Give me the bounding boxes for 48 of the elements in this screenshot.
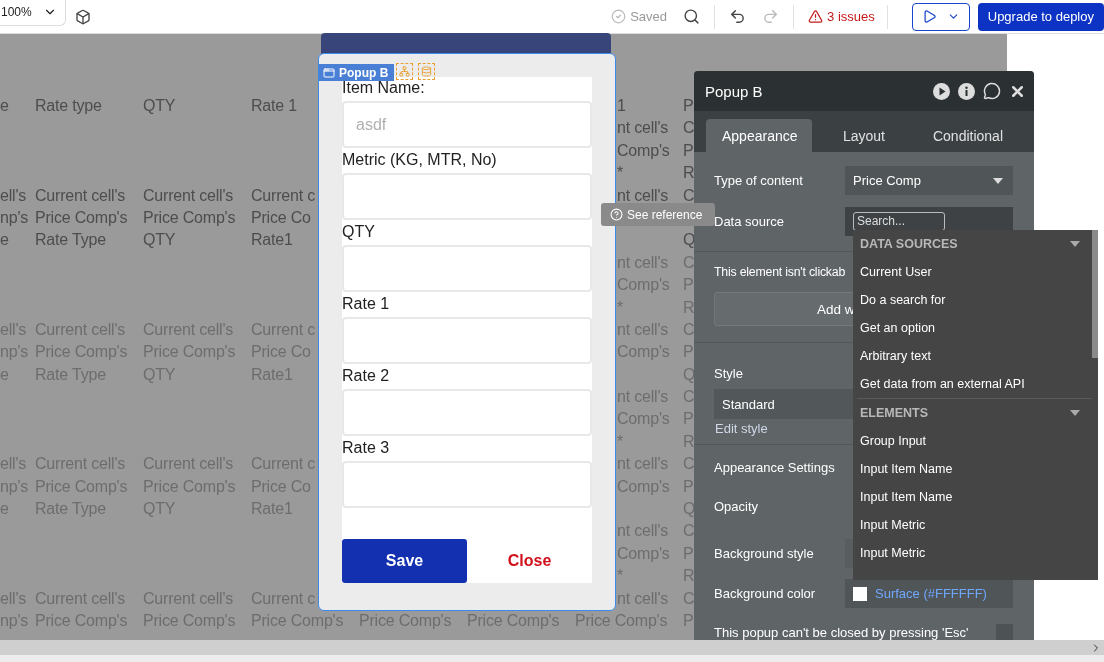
section-label: Opacity: [714, 499, 759, 514]
note-text: This element isn't clickab: [714, 265, 846, 279]
field-label: Metric (KG, MTR, No): [342, 150, 498, 170]
table-cell: R: [683, 164, 695, 182]
table-cell: Price Comp's: [143, 208, 236, 226]
table-cell: nt cell's: [617, 186, 669, 204]
table-cell: Current cell's: [143, 186, 234, 204]
table-cell: P: [683, 141, 694, 159]
field-label: Rate 2: [342, 366, 391, 386]
table-cell: Current c: [251, 186, 315, 204]
table-cell: C: [683, 186, 695, 204]
table-cell: *: [617, 432, 624, 450]
table-cell: Rate Type: [35, 231, 106, 249]
table-cell: e: [0, 97, 9, 114]
table-cell: P: [683, 97, 694, 114]
table-cell: C: [683, 119, 695, 137]
field-label: Rate 1: [342, 294, 391, 314]
table-cell: Current cell's: [35, 186, 126, 204]
panel-title: Popup B: [705, 82, 764, 100]
field-label: Background style: [714, 546, 815, 561]
table-cell: Rate1: [251, 231, 293, 249]
table-cell: *: [617, 567, 624, 585]
saved-status: Saved: [630, 9, 668, 24]
table-cell: nt cell's: [617, 119, 669, 137]
menu-section-title: ELEMENTS: [860, 406, 929, 420]
table-cell: *: [617, 298, 624, 316]
field-label: Type of content: [714, 173, 804, 188]
table-cell: e: [0, 231, 9, 249]
table-cell: Rate 1: [251, 97, 297, 114]
checkbox-label: This popup can't be closed by pressing 'Esc': [714, 625, 969, 640]
section-label: Style: [714, 365, 743, 381]
table-cell: *: [617, 164, 624, 182]
field-label: Background color: [714, 586, 817, 601]
table-cell: Price Co: [251, 208, 311, 226]
table-cell: np's: [0, 208, 29, 226]
table-cell: Rate type: [35, 97, 102, 114]
section-label: Appearance Settings: [714, 460, 835, 475]
menu-section-title: DATA SOURCES: [860, 237, 958, 251]
field-label: QTY: [342, 222, 376, 242]
field-label: Item Name:: [342, 79, 426, 98]
table-cell: 1: [617, 97, 626, 114]
table-cell: Price Comp's: [35, 208, 128, 226]
table-cell: Comp's: [617, 141, 670, 159]
field-label: Data source: [714, 213, 786, 229]
table-cell: ell's: [0, 186, 27, 204]
table-cell: QTY: [143, 231, 176, 249]
table-cell: QTY: [143, 97, 176, 114]
field-label: Rate 3: [342, 438, 391, 458]
